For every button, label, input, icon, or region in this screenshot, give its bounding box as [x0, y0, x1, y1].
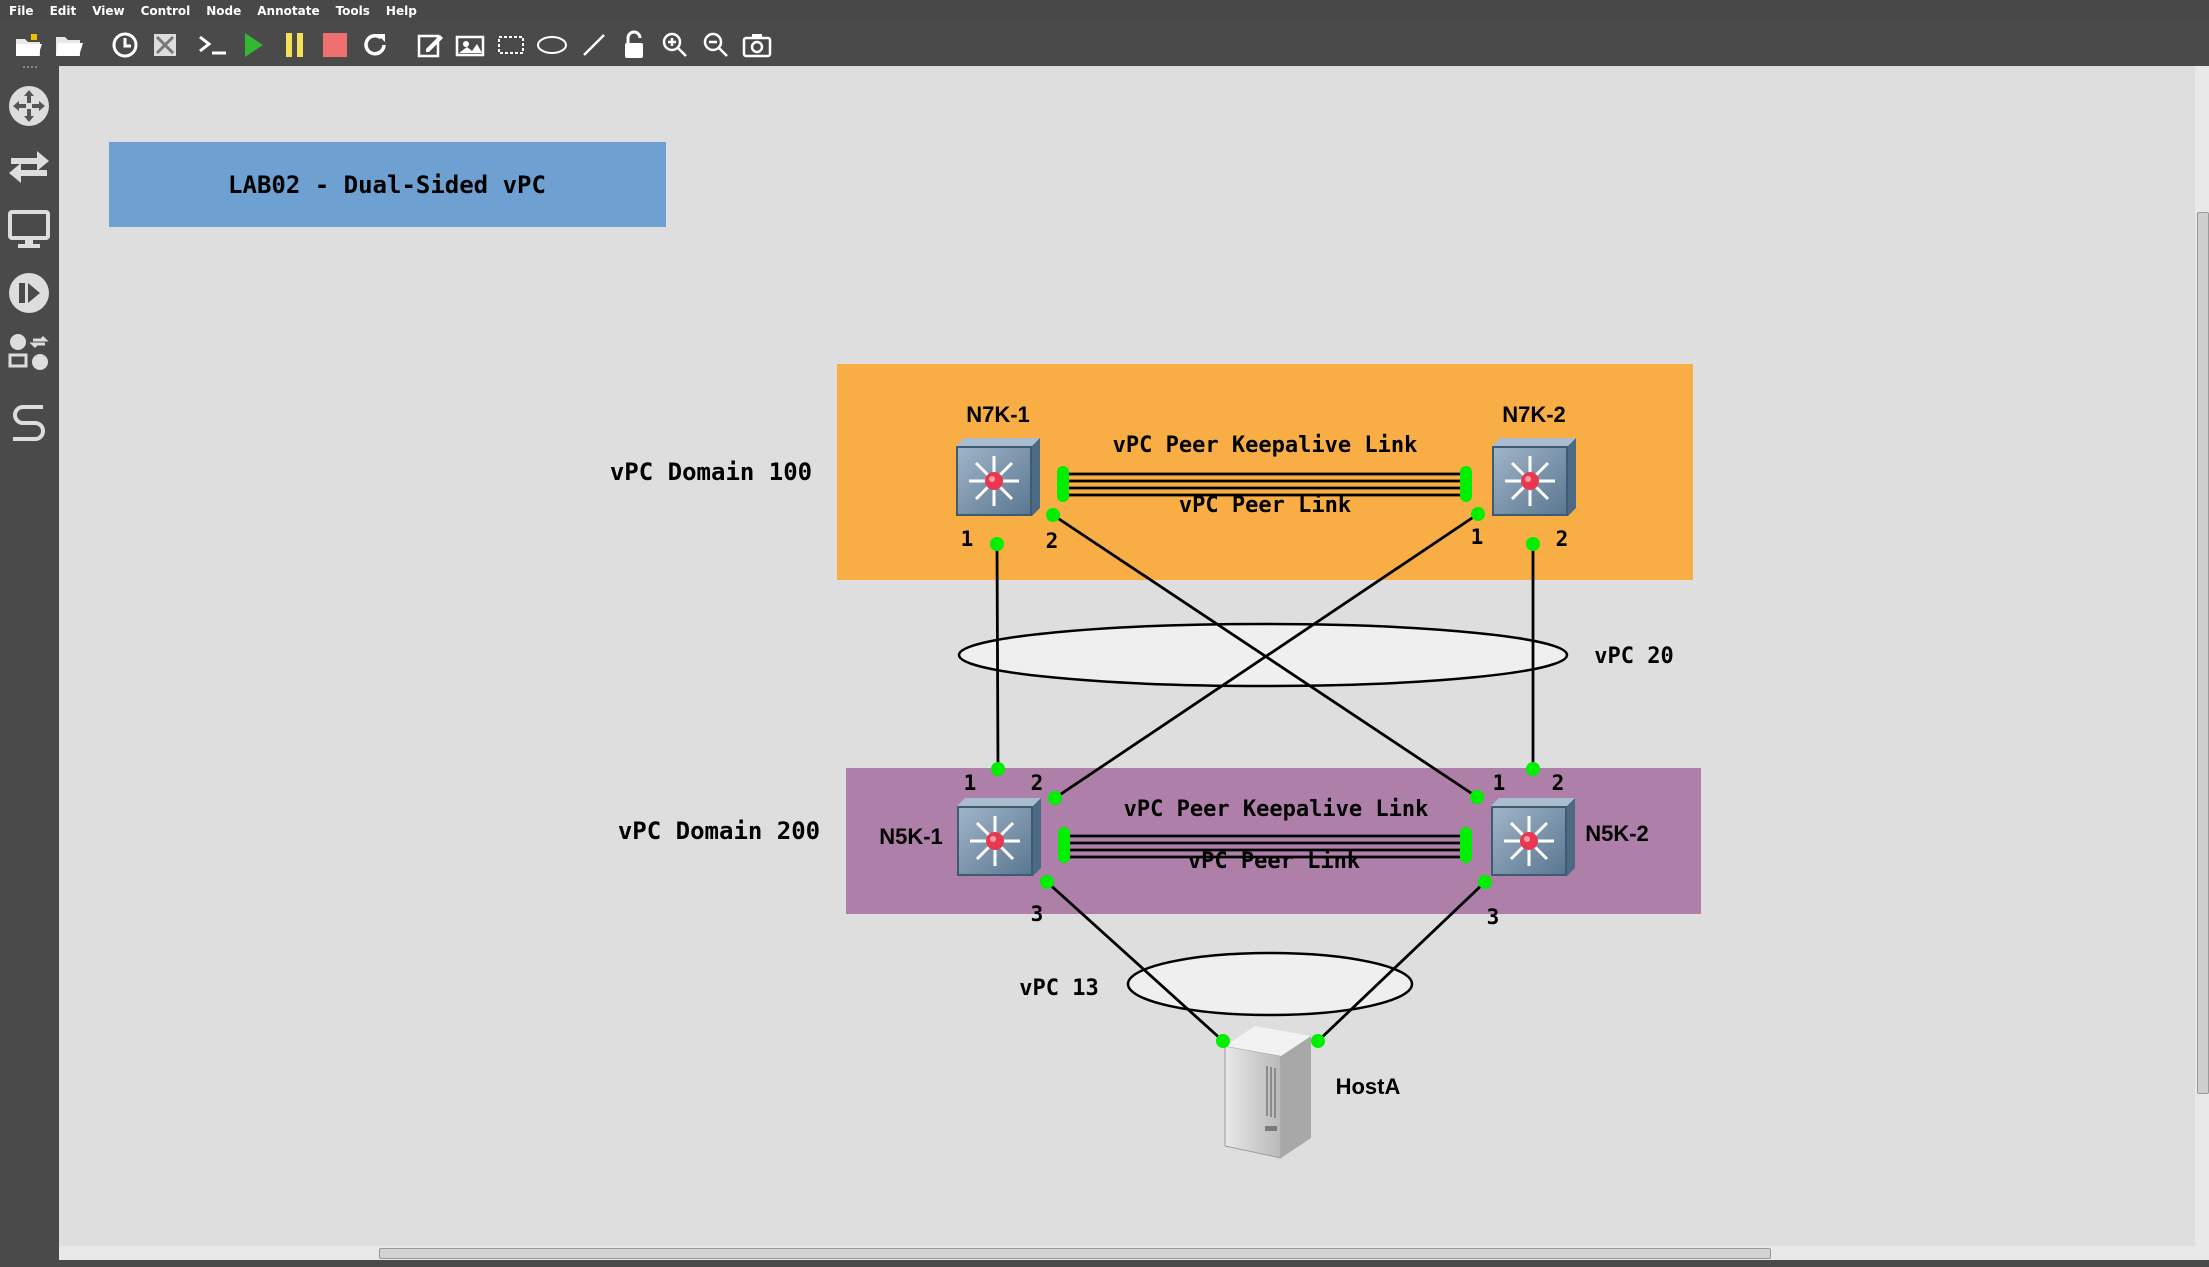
n7k1-port2-label: 2 [1046, 529, 1059, 553]
status-strip [0, 1260, 2209, 1267]
domain200-label: vPC Domain 200 [618, 817, 820, 845]
open-project-icon[interactable] [12, 28, 46, 62]
snapshot-clock-icon[interactable] [108, 28, 142, 62]
insert-picture-icon[interactable] [453, 28, 487, 62]
draw-rectangle-icon[interactable] [494, 28, 528, 62]
vertical-scroll-thumb[interactable] [2197, 212, 2209, 1094]
open-folder-icon[interactable] [52, 28, 86, 62]
horizontal-scrollbar[interactable] [59, 1246, 2209, 1260]
all-devices-icon[interactable] [4, 328, 54, 378]
reload-icon[interactable] [358, 28, 392, 62]
show-topology-icon[interactable] [148, 28, 182, 62]
zoom-out-icon[interactable] [699, 28, 733, 62]
n5k1-port1-label: 1 [964, 771, 977, 795]
n5k2-label: N5K-2 [1585, 821, 1649, 846]
n5k1-label: N5K-1 [879, 824, 943, 849]
n7k2-switch-icon[interactable] [1490, 436, 1578, 518]
n7k2-label: N7K-2 [1502, 402, 1566, 427]
zoom-in-icon[interactable] [658, 28, 692, 62]
vpc13-label: vPC 13 [1019, 976, 1098, 1001]
menu-bar: File Edit View Control Node Annotate Too… [0, 0, 2209, 22]
add-link-icon[interactable] [4, 396, 54, 446]
vertical-scrollbar[interactable] [2195, 66, 2209, 1246]
start-icon[interactable] [236, 28, 270, 62]
n5k2-switch-icon[interactable] [1489, 796, 1577, 878]
n7k2-port1-label: 1 [1471, 525, 1484, 549]
n7k1-port1-label: 1 [961, 527, 974, 551]
menu-control[interactable]: Control [141, 4, 191, 18]
menu-tools[interactable]: Tools [336, 4, 370, 18]
n5k1-switch-icon[interactable] [955, 796, 1043, 878]
n7k2-port2-label: 2 [1556, 527, 1569, 551]
vpc20-label: vPC 20 [1594, 644, 1673, 669]
hosta-label: HostA [1336, 1074, 1401, 1099]
vpc13-ellipse [1126, 951, 1414, 1017]
top-peer-link-label: vPC Peer Link [1179, 493, 1351, 518]
draw-ellipse-icon[interactable] [535, 28, 569, 62]
n5k1-port3-label: 3 [1031, 902, 1044, 926]
stop-icon[interactable] [318, 28, 352, 62]
bottom-keepalive-label: vPC Peer Keepalive Link [1124, 797, 1429, 822]
menu-edit[interactable]: Edit [50, 4, 77, 18]
menu-annotate[interactable]: Annotate [257, 4, 319, 18]
bottom-peer-link-label: vPC Peer Link [1188, 849, 1360, 874]
toolbar [0, 22, 2209, 66]
n5k1-port2-label: 2 [1031, 771, 1044, 795]
switches-icon[interactable] [4, 142, 54, 192]
menu-view[interactable]: View [92, 4, 124, 18]
n5k2-port1-label: 1 [1493, 771, 1506, 795]
security-devices-icon[interactable] [4, 268, 54, 318]
n7k1-switch-icon[interactable] [954, 436, 1042, 518]
n5k2-port3-label: 3 [1487, 905, 1500, 929]
n7k1-label: N7K-1 [966, 402, 1030, 427]
hosta-server-icon[interactable] [1224, 1026, 1311, 1159]
top-keepalive-label: vPC Peer Keepalive Link [1113, 433, 1418, 458]
device-sidebar [0, 66, 59, 1267]
domain100-label: vPC Domain 100 [610, 458, 812, 486]
screenshot-icon[interactable] [740, 28, 774, 62]
menu-node[interactable]: Node [206, 4, 241, 18]
draw-line-icon[interactable] [577, 28, 611, 62]
horizontal-scroll-thumb[interactable] [379, 1248, 1771, 1259]
menu-help[interactable]: Help [386, 4, 417, 18]
lock-icon[interactable] [617, 28, 651, 62]
pause-icon[interactable] [278, 28, 312, 62]
menu-file[interactable]: File [9, 4, 34, 18]
topology-canvas[interactable]: LAB02 - Dual-Sided vPC vPC Domain 100 vP… [59, 66, 2195, 1246]
add-note-icon[interactable] [413, 28, 447, 62]
end-devices-icon[interactable] [4, 204, 54, 254]
console-icon[interactable] [196, 28, 230, 62]
diagram-title: LAB02 - Dual-Sided vPC [228, 171, 546, 199]
routers-icon[interactable] [4, 81, 54, 131]
n5k2-port2-label: 2 [1552, 771, 1565, 795]
link-n7k1-n5k1[interactable] [995, 543, 1000, 770]
